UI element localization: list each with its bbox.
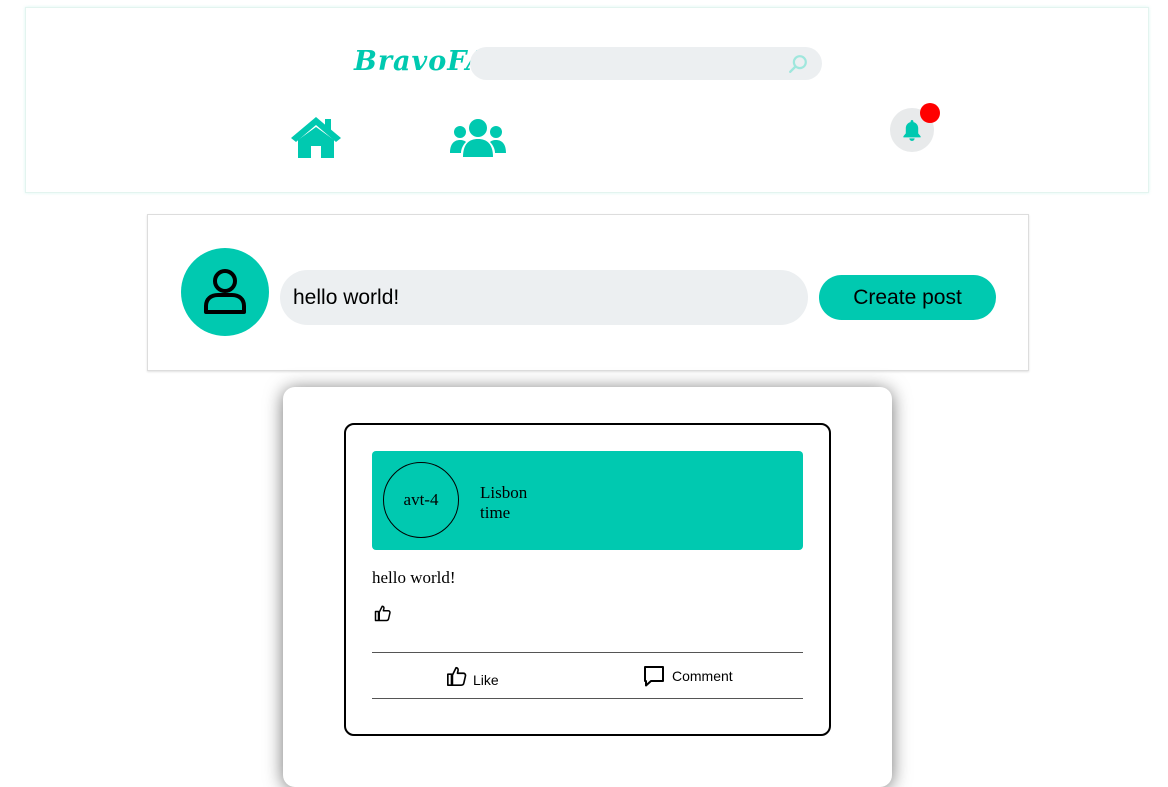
avatar[interactable] xyxy=(181,248,269,336)
create-post-panel: Create post xyxy=(147,214,1029,371)
post-time: time xyxy=(480,503,511,522)
thumbs-up-icon xyxy=(374,605,391,622)
post-header: avt-4 Lisbon time xyxy=(372,451,803,550)
post-body: hello world! xyxy=(372,568,456,587)
comment-icon xyxy=(644,666,664,687)
search-icon[interactable] xyxy=(787,53,809,75)
user-icon xyxy=(204,269,246,314)
like-button[interactable]: Like xyxy=(446,662,499,688)
like-label: Like xyxy=(473,672,499,688)
post-input[interactable] xyxy=(280,270,808,325)
comment-button[interactable]: Comment xyxy=(642,663,733,689)
brand-logo[interactable]: BravoFA xyxy=(354,46,488,77)
users-icon[interactable] xyxy=(450,117,506,157)
top-navigation-bar: BravoFA xyxy=(25,7,1149,193)
bell-icon xyxy=(903,120,921,141)
home-icon[interactable] xyxy=(290,115,342,159)
notification-badge xyxy=(920,103,940,123)
feed-panel: avt-4 Lisbon time hello world! Like Comm… xyxy=(283,387,892,787)
notifications-button[interactable] xyxy=(890,103,940,152)
search-input[interactable] xyxy=(484,53,778,76)
thumbs-up-icon xyxy=(447,666,467,686)
post-location: Lisbon xyxy=(480,483,528,502)
post-actions: Like Comment xyxy=(372,652,803,699)
create-post-button[interactable]: Create post xyxy=(819,275,996,320)
comment-label: Comment xyxy=(672,668,733,684)
post-author-avatar[interactable]: avt-4 xyxy=(383,462,459,538)
search-bar[interactable] xyxy=(470,47,822,80)
post-card: avt-4 Lisbon time hello world! Like Comm… xyxy=(344,423,831,736)
